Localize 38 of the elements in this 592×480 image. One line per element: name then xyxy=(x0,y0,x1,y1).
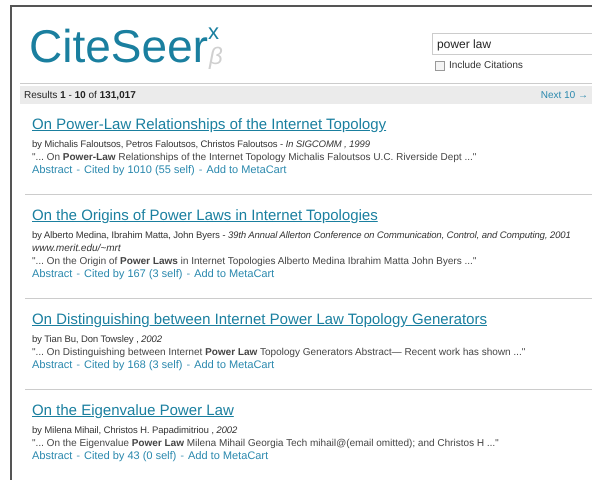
result-snippet: "... On the Eigenvalue Power Law Milena Mihail Georgia Tech mihail@(email omitted); and Christos H ..." xyxy=(32,437,500,450)
link-separator: - xyxy=(185,268,192,281)
result-authors: by Tian Bu, Don Towsley , 2002 xyxy=(32,333,163,346)
link-separator: - xyxy=(75,450,82,463)
link-separator: - xyxy=(75,359,82,372)
result-title-link[interactable]: On Power-Law Relationships of the Internet Topology xyxy=(32,116,592,134)
include-citations-checkbox[interactable] xyxy=(435,60,445,70)
result-authors: by Alberto Medina, Ibrahim Matta, John Byers - 39th Annual Allerton Conference on Communication, Control, and Computing, 2001 xyxy=(32,229,572,242)
link-separator: - xyxy=(179,450,186,463)
next-page-link[interactable]: Next 10 → xyxy=(540,88,588,102)
result-title-link[interactable]: On Distinguishing between Internet Power Law Topology Generators xyxy=(32,311,592,329)
result-link[interactable]: Abstract xyxy=(32,268,72,281)
link-separator: - xyxy=(75,164,82,177)
result-snippet: "... On the Origin of Power Laws in Internet Topologies Alberto Medina Ibrahim Matta John Byers ..." xyxy=(32,255,478,268)
result-link[interactable]: Cited by 168 (3 self) xyxy=(84,359,182,372)
result-link[interactable]: Cited by 1010 (55 self) xyxy=(84,164,195,177)
result-link[interactable]: Abstract xyxy=(32,164,72,177)
result-authors: by Michalis Faloutsos, Petros Faloutsos, Christos Faloutsos - In SIGCOMM , 1999 xyxy=(32,138,371,151)
result-link[interactable]: Add to MetaCart xyxy=(194,268,274,281)
result-link[interactable]: Abstract xyxy=(32,359,72,372)
result-link[interactable]: Cited by 167 (3 self) xyxy=(84,268,182,281)
result-authors: by Milena Mihail, Christos H. Papadimitriou , 2002 xyxy=(32,424,238,437)
result-link[interactable]: Abstract xyxy=(32,450,72,463)
checkbox-label: Include Citations xyxy=(449,59,523,73)
result-link[interactable]: Add to MetaCart xyxy=(194,359,274,372)
result-snippet: "... On Distinguishing between Internet Power Law Topology Generators Abstract— Recent work has shown ..." xyxy=(32,346,526,359)
result-link[interactable]: Add to MetaCart xyxy=(206,164,286,177)
result-link[interactable]: Add to MetaCart xyxy=(188,450,268,463)
result-url: www.merit.edu/~mrt xyxy=(32,242,122,255)
search-field[interactable]: power law xyxy=(432,33,592,55)
link-separator: - xyxy=(198,164,204,177)
result-title-link[interactable]: On the Eigenvalue Power Law xyxy=(32,402,592,420)
result-title-link[interactable]: On the Origins of Power Laws in Internet Topologies xyxy=(32,207,592,225)
link-separator: - xyxy=(75,268,82,281)
result-link[interactable]: Cited by 43 (0 self) xyxy=(84,450,176,463)
result-snippet: "... On Power-Law Relationships of the Internet Topology Michalis Faloutsos U.C. Riverside Dept ..." xyxy=(32,151,478,164)
results-count: Results 1 - 10 of 131,017 xyxy=(24,88,136,102)
link-separator: - xyxy=(185,359,192,372)
